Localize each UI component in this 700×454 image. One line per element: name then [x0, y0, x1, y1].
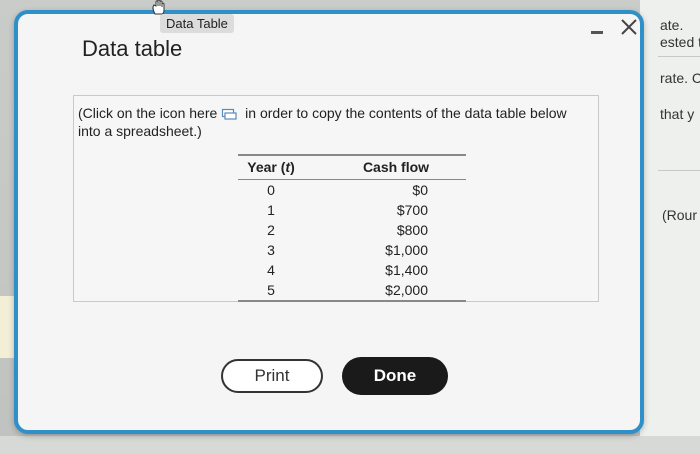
background-text: (Rour [662, 207, 698, 223]
tooltip: Data Table [160, 14, 234, 33]
cash-cell: $700 [396, 202, 428, 218]
gap-cell [304, 180, 326, 201]
year-cell: 4 [267, 262, 275, 278]
table-header-row: Year (t) Cash flow [238, 154, 466, 180]
year-cell: 1 [267, 202, 275, 218]
table-row: 3 $1,000 [238, 240, 466, 260]
background-bottom [0, 436, 700, 454]
header-year: Year (t) [238, 154, 304, 180]
minimize-icon[interactable] [590, 24, 604, 40]
cash-flow-table: Year (t) Cash flow 0 $0 1 $700 2 $800 3 … [238, 154, 466, 302]
header-gap [304, 154, 326, 180]
background-strip [0, 296, 14, 358]
cash-cell: $0 [412, 182, 428, 198]
print-button[interactable]: Print [221, 359, 323, 393]
table-row: 1 $700 [238, 200, 466, 220]
table-row: 2 $800 [238, 220, 466, 240]
instruction-text: (Click on the icon here in order to copy… [78, 104, 588, 140]
background-page [640, 0, 700, 454]
background-text: ate. [660, 17, 684, 33]
cash-cell: $1,400 [385, 262, 428, 278]
header-cash-flow: Cash flow [326, 154, 466, 180]
gap-cell [304, 220, 326, 240]
gap-cell [304, 200, 326, 220]
background-text: ested t [660, 34, 700, 50]
copy-icon[interactable] [221, 108, 237, 120]
year-cell: 0 [267, 182, 275, 198]
gap-cell [304, 240, 326, 260]
background-divider [658, 170, 700, 171]
cash-cell: $2,000 [326, 280, 466, 302]
year-cell: 3 [267, 242, 275, 258]
dialog-title: Data table [82, 36, 183, 61]
year-cell: 2 [267, 222, 275, 238]
background-divider [658, 56, 700, 57]
close-icon[interactable] [618, 16, 640, 38]
background-text: that y [660, 106, 695, 122]
instruction-text-start: (Click on the icon here [78, 105, 218, 121]
cash-cell: $800 [396, 222, 428, 238]
gap-cell [304, 260, 326, 280]
table-row: 5 $2,000 [238, 280, 466, 302]
background-text: rate. C [660, 70, 700, 86]
done-button[interactable]: Done [342, 357, 448, 395]
table-row: 0 $0 [238, 180, 466, 201]
gap-cell [304, 280, 326, 302]
cash-cell: $1,000 [385, 242, 428, 258]
year-cell: 5 [238, 280, 304, 302]
table-row: 4 $1,400 [238, 260, 466, 280]
